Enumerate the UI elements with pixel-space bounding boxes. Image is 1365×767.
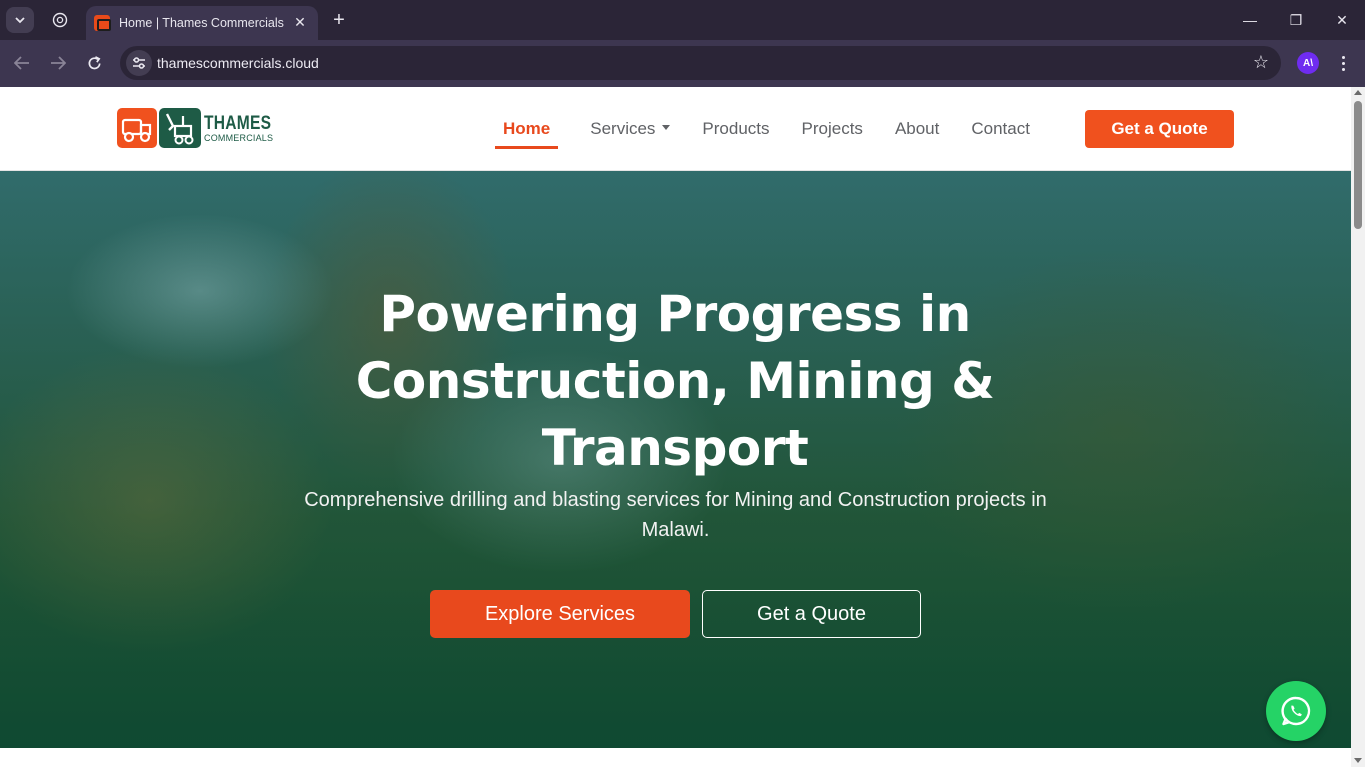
nav-products[interactable]: Products (702, 113, 769, 149)
nav-contact[interactable]: Contact (971, 113, 1030, 149)
explore-services-button[interactable]: Explore Services (430, 590, 690, 638)
scrollbar-thumb[interactable] (1354, 101, 1362, 229)
browser-menu-icon[interactable] (1333, 52, 1353, 74)
forward-button[interactable] (45, 50, 71, 76)
close-tab-icon[interactable]: ✕ (292, 15, 308, 31)
nav-services[interactable]: Services (590, 113, 671, 149)
url-text: thamescommercials.cloud (157, 55, 319, 71)
arrow-left-icon (14, 56, 29, 70)
page-scrollbar[interactable] (1351, 87, 1365, 767)
hero-subtitle: Comprehensive drilling and blasting serv… (304, 489, 1047, 541)
tune-icon (133, 57, 145, 69)
caret-down-icon (662, 125, 671, 131)
nav-about[interactable]: About (895, 113, 939, 149)
bookmark-star-icon[interactable]: ☆ (1253, 53, 1269, 73)
browser-toolbar: thamescommercials.cloud ☆ A\ (0, 40, 1365, 87)
openai-icon (52, 12, 68, 28)
restore-button[interactable]: ❐ (1273, 0, 1319, 40)
chevron-down-icon (15, 16, 25, 23)
whatsapp-icon (1281, 696, 1311, 726)
reload-icon (88, 55, 100, 69)
window-controls: — ❐ ✕ (1227, 0, 1365, 40)
truck-logo-icon (117, 108, 157, 148)
tab-home-thames[interactable]: Home | Thames Commercials ✕ (86, 6, 318, 40)
nav-services-label: Services (590, 119, 656, 138)
hero-get-quote-button[interactable]: Get a Quote (702, 590, 921, 638)
main-nav: Home Services Products Projects About Co… (495, 113, 1062, 149)
minimize-button[interactable]: — (1227, 0, 1273, 40)
nav-projects[interactable]: Projects (802, 113, 863, 149)
profile-avatar[interactable]: A\ (1297, 52, 1319, 74)
whatsapp-chat-button[interactable] (1266, 681, 1326, 741)
hero-content: Powering Progress in Construction, Minin… (0, 171, 1351, 748)
tab-search-button[interactable] (6, 7, 34, 33)
page-viewport: THAMES COMMERCIALS Home Services Product… (0, 87, 1351, 767)
address-bar[interactable]: thamescommercials.cloud ☆ (120, 46, 1281, 80)
drill-rig-logo-icon (159, 108, 201, 148)
site-info-button[interactable] (126, 50, 152, 76)
new-tab-button[interactable]: + (328, 9, 350, 31)
close-window-button[interactable]: ✕ (1319, 0, 1365, 40)
logo-name: THAMES (204, 112, 272, 134)
site-favicon-icon (94, 15, 111, 31)
scroll-down-icon[interactable] (1354, 758, 1362, 763)
logo-wordmark: THAMES COMMERCIALS (204, 114, 286, 143)
logo-tagline: COMMERCIALS (204, 132, 274, 143)
browser-tab-bar: Home | Thames Commercials ✕ + — ❐ ✕ (0, 0, 1365, 40)
nav-home[interactable]: Home (495, 113, 559, 149)
reload-button[interactable] (81, 50, 107, 76)
hero-title: Powering Progress in Construction, Minin… (355, 285, 995, 477)
site-header: THAMES COMMERCIALS Home Services Product… (0, 87, 1351, 171)
back-button[interactable] (9, 50, 35, 76)
site-logo[interactable]: THAMES COMMERCIALS (117, 107, 286, 149)
header-get-quote-button[interactable]: Get a Quote (1085, 110, 1234, 148)
arrow-right-icon (51, 56, 66, 70)
pinned-tab-chatgpt[interactable] (46, 8, 74, 32)
tab-title: Home | Thames Commercials (119, 16, 284, 30)
scroll-up-icon[interactable] (1354, 90, 1362, 95)
hero-section: Powering Progress in Construction, Minin… (0, 171, 1351, 748)
